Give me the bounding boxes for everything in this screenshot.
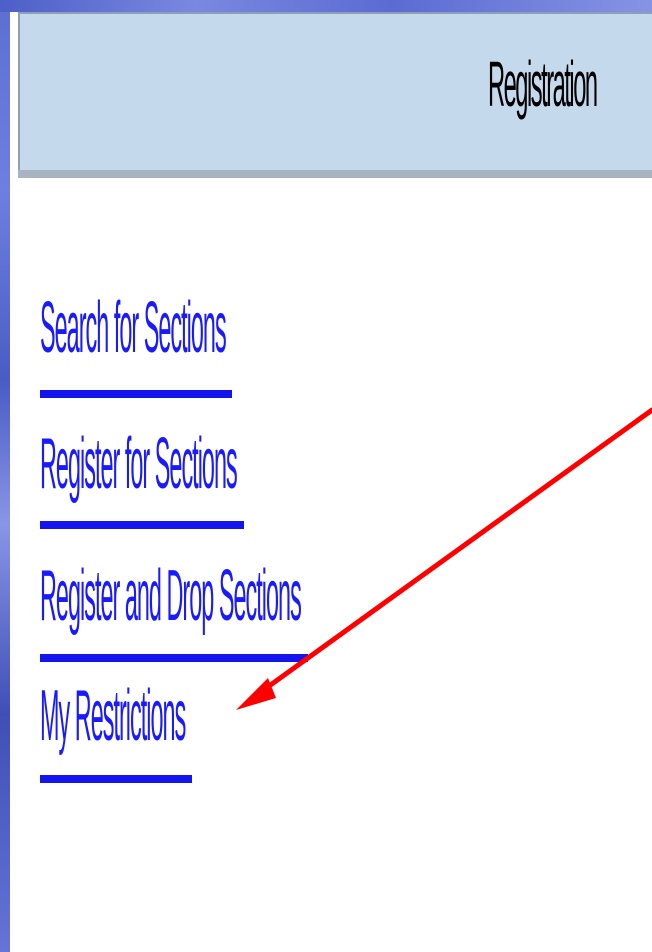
my-restrictions-link[interactable]: My Restrictions [40,680,186,752]
register-and-drop-sections-link[interactable]: Register and Drop Sections [40,560,302,632]
red-arrow-head [236,678,276,710]
register-for-sections-underline [40,521,244,529]
search-for-sections-link[interactable]: Search for Sections [40,292,227,364]
my-restrictions-underline [40,775,192,783]
header-shadow [18,170,652,178]
register-for-sections-link[interactable]: Register for Sections [40,428,238,500]
search-for-sections-underline [40,390,232,398]
top-decorative-band [0,0,652,12]
register-and-drop-sections-underline [40,654,308,662]
red-arrow-shaft [255,407,652,697]
left-decorative-strip [0,0,10,952]
page-title: Registration [488,48,598,120]
